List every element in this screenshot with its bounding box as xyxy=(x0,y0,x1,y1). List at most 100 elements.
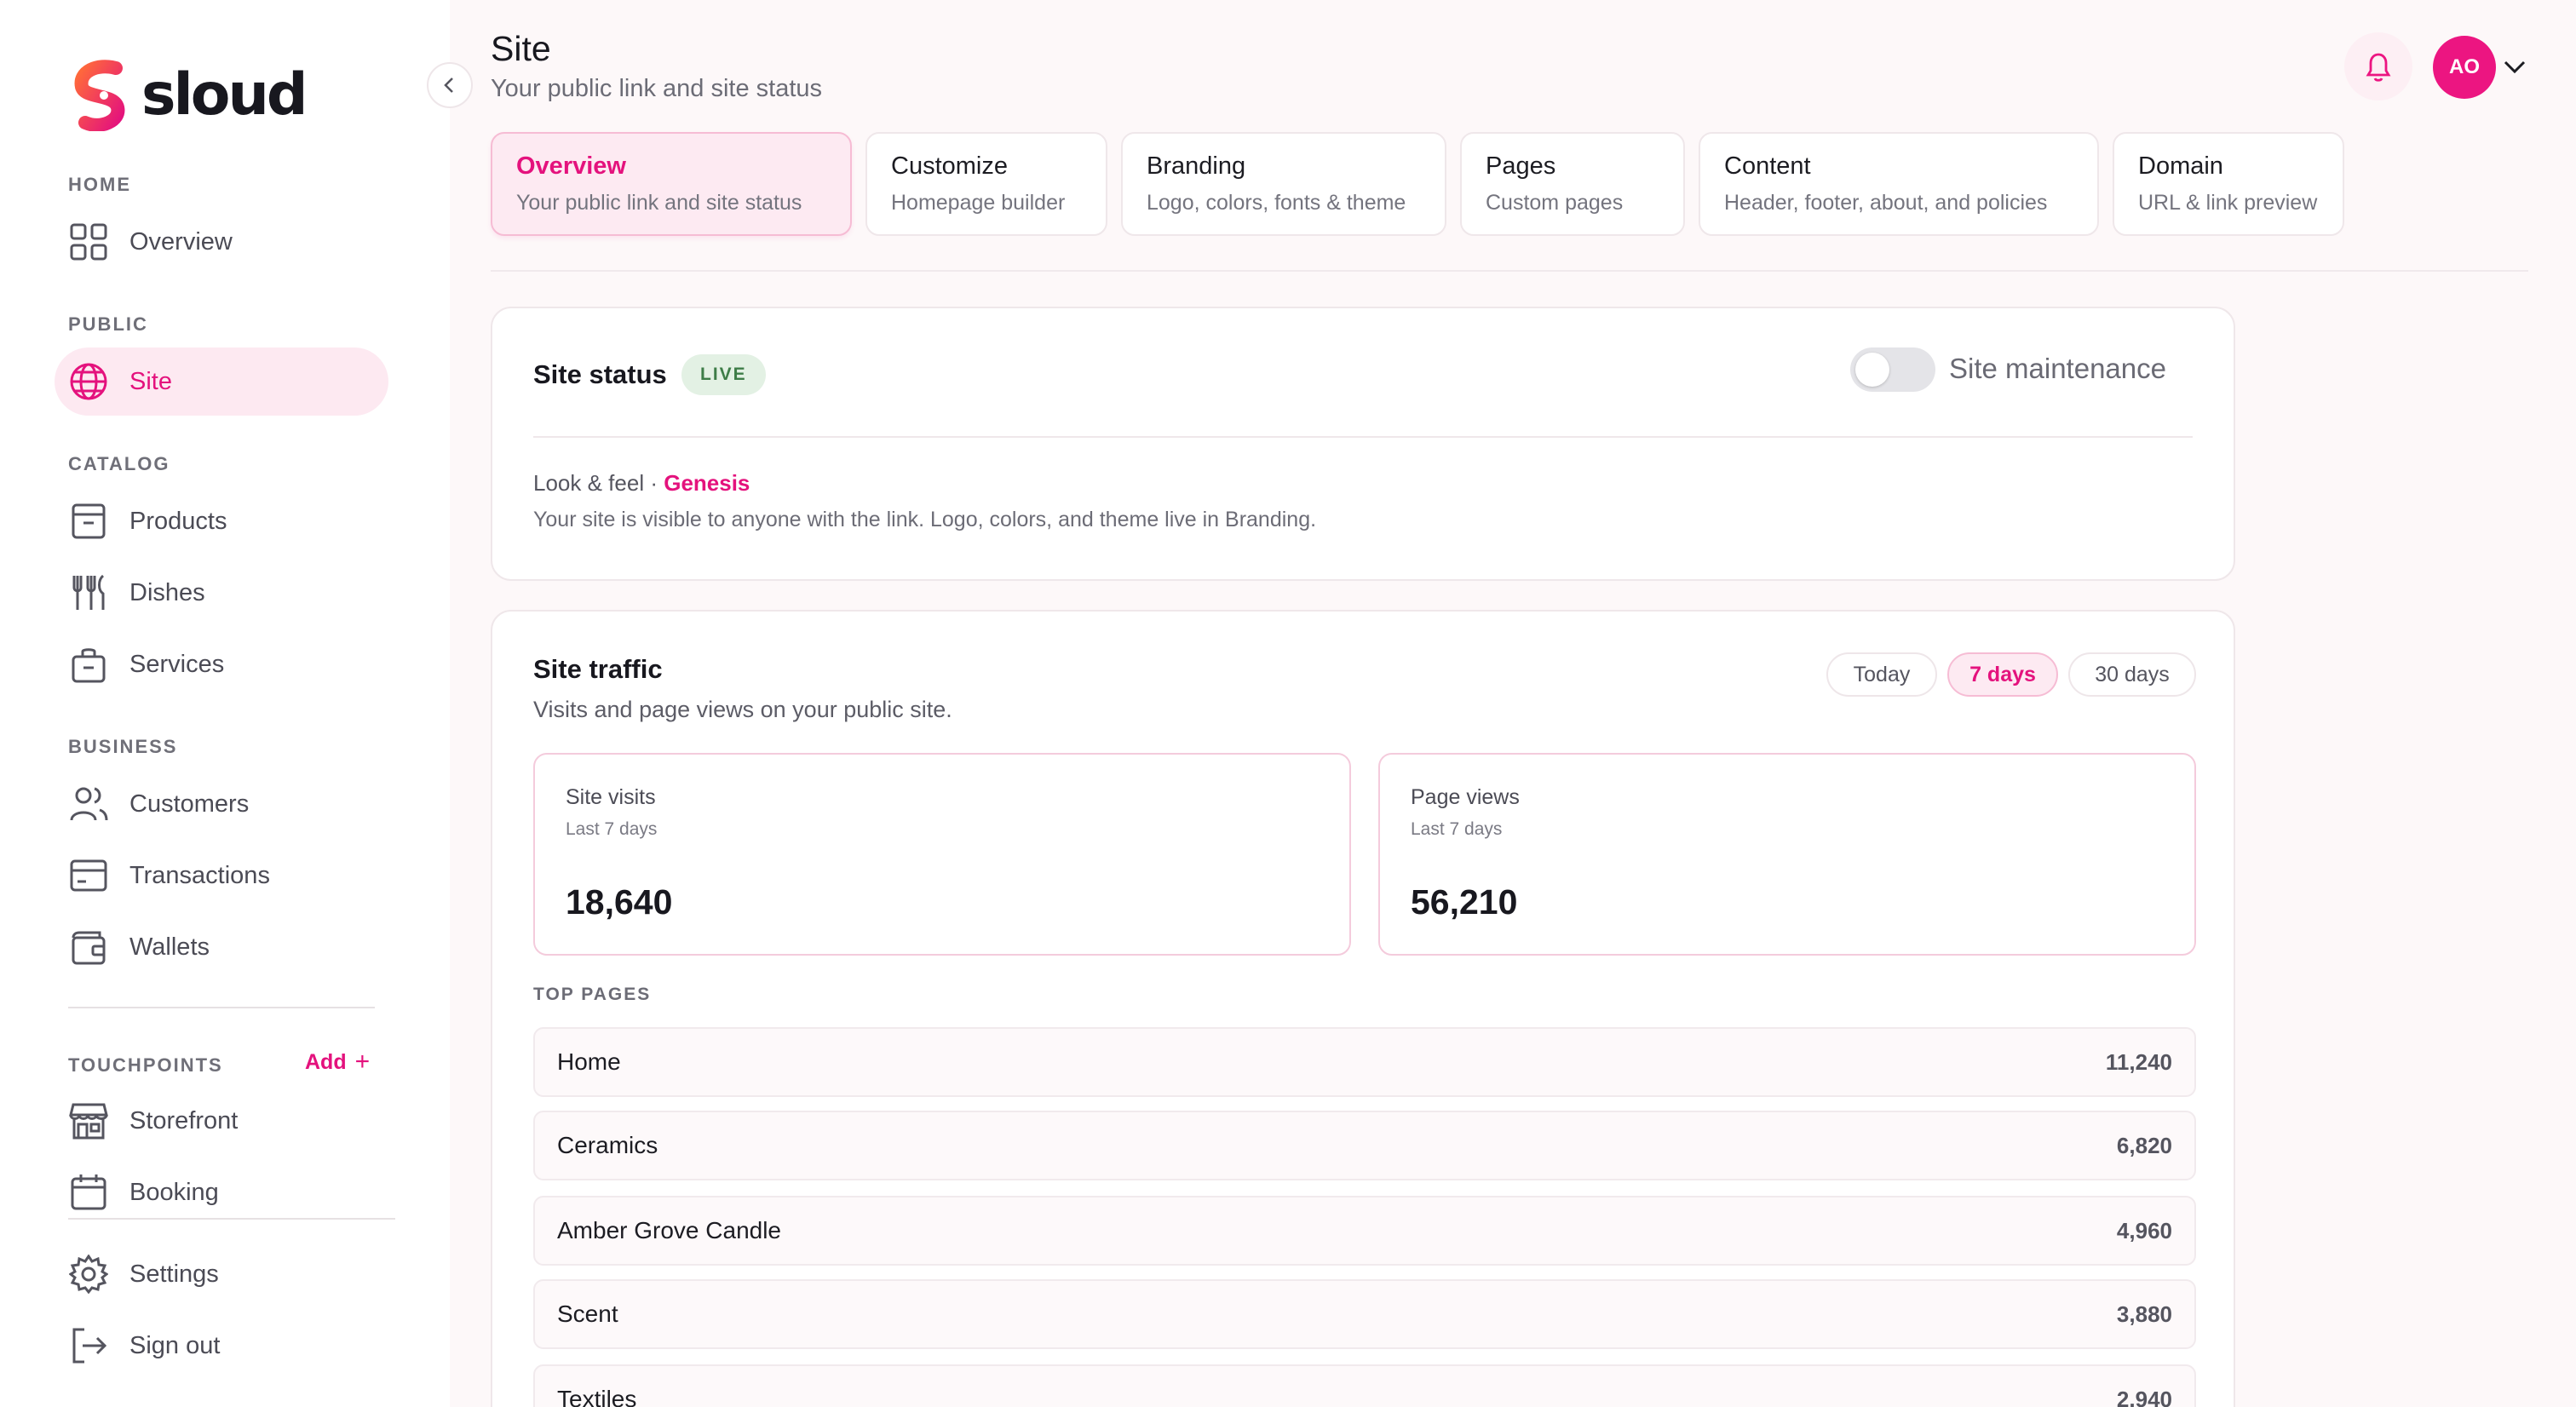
page-count: 2,940 xyxy=(2116,1386,2172,1407)
maintenance-toggle[interactable] xyxy=(1850,347,1935,392)
tab-branding[interactable]: Branding Logo, colors, fonts & theme xyxy=(1121,132,1446,236)
top-page-row[interactable]: Textiles 2,940 xyxy=(533,1364,2196,1407)
look-prefix: Look & feel · xyxy=(533,470,658,496)
collapse-sidebar-button[interactable] xyxy=(427,62,473,108)
tab-domain[interactable]: Domain URL & link preview xyxy=(2113,132,2344,236)
chevron-left-icon xyxy=(444,78,453,93)
tab-title: Customize xyxy=(891,152,1008,180)
briefcase-icon xyxy=(68,644,109,685)
plus-icon: + xyxy=(354,1048,371,1076)
sidebar-item-label: Dishes xyxy=(129,578,205,606)
page-subtitle: Your public link and site status xyxy=(491,75,823,102)
tab-content[interactable]: Content Header, footer, about, and polic… xyxy=(1699,132,2099,236)
range-30-days-button[interactable]: 30 days xyxy=(2068,652,2196,697)
sidebar-item-transactions[interactable]: Transactions xyxy=(55,841,388,910)
tab-customize[interactable]: Customize Homepage builder xyxy=(865,132,1107,236)
sidebar-item-customers[interactable]: Customers xyxy=(55,770,388,838)
sidebar-item-label: Sign out xyxy=(129,1331,221,1359)
stat-period: Last 7 days xyxy=(1411,819,1503,839)
tab-subtitle: Header, footer, about, and policies xyxy=(1724,191,2048,215)
sidebar-item-overview[interactable]: Overview xyxy=(55,208,388,276)
top-page-row[interactable]: Scent 3,880 xyxy=(533,1279,2196,1349)
maintenance-label: Site maintenance xyxy=(1949,353,2166,384)
top-page-row[interactable]: Home 11,240 xyxy=(533,1027,2196,1097)
fork-knife-icon xyxy=(68,572,109,613)
sidebar-item-label: Site xyxy=(129,367,172,395)
wallet-icon xyxy=(68,927,109,968)
page-count: 3,880 xyxy=(2116,1301,2172,1327)
archive-box-icon xyxy=(68,501,109,542)
tab-pages[interactable]: Pages Custom pages xyxy=(1460,132,1685,236)
card-icon xyxy=(68,855,109,896)
sidebar-item-wallets[interactable]: Wallets xyxy=(55,913,388,981)
stat-label: Site visits xyxy=(566,785,656,809)
sidebar-item-settings[interactable]: Settings xyxy=(55,1240,388,1308)
brand-mark-icon xyxy=(74,60,125,131)
section-public: PUBLIC xyxy=(68,313,148,335)
stat-period: Last 7 days xyxy=(566,819,658,839)
sidebar-item-booking[interactable]: Booking xyxy=(55,1158,388,1226)
card-divider xyxy=(533,436,2193,438)
sidebar-item-label: Settings xyxy=(129,1260,219,1288)
brand-logo[interactable]: sloud xyxy=(66,60,308,131)
stat-value: 18,640 xyxy=(566,882,673,922)
sidebar-item-signout[interactable]: Sign out xyxy=(55,1312,388,1380)
tab-title: Branding xyxy=(1147,152,1246,180)
page-name: Home xyxy=(557,1048,621,1075)
page-title: Site xyxy=(491,29,551,68)
brand-name: sloud xyxy=(141,61,308,129)
page-count: 4,960 xyxy=(2116,1217,2172,1243)
tab-title: Pages xyxy=(1486,152,1556,180)
look-and-feel: Look & feel · Genesis xyxy=(533,470,750,497)
page-count: 6,820 xyxy=(2116,1132,2172,1158)
tab-subtitle: Homepage builder xyxy=(891,191,1066,215)
page-name: Textiles xyxy=(557,1386,637,1407)
avatar[interactable]: AO xyxy=(2433,36,2496,99)
top-page-row[interactable]: Ceramics 6,820 xyxy=(533,1111,2196,1180)
sidebar-item-site[interactable]: Site xyxy=(55,347,388,416)
tabs-divider xyxy=(491,270,2528,272)
tab-title: Domain xyxy=(2138,152,2223,180)
tab-title: Content xyxy=(1724,152,1811,180)
sign-out-icon xyxy=(68,1325,109,1366)
sidebar-item-label: Customers xyxy=(129,790,250,818)
tab-subtitle: Logo, colors, fonts & theme xyxy=(1147,191,1406,215)
site-traffic-card: Site traffic Visits and page views on yo… xyxy=(491,610,2235,1407)
range-7-days-button[interactable]: 7 days xyxy=(1947,652,2058,697)
site-traffic-title: Site traffic xyxy=(533,654,663,684)
site-traffic-subtitle: Visits and page views on your public sit… xyxy=(533,697,952,722)
sidebar-item-label: Overview xyxy=(129,227,233,256)
sidebar-item-label: Storefront xyxy=(129,1106,239,1134)
sidebar-item-services[interactable]: Services xyxy=(55,630,388,698)
sidebar-item-storefront[interactable]: Storefront xyxy=(55,1087,388,1155)
site-visibility-description: Your site is visible to anyone with the … xyxy=(533,508,1317,531)
sidebar-item-dishes[interactable]: Dishes xyxy=(55,559,388,627)
sidebar-item-label: Services xyxy=(129,650,225,678)
top-page-row[interactable]: Amber Grove Candle 4,960 xyxy=(533,1196,2196,1266)
sidebar-item-label: Booking xyxy=(129,1178,219,1206)
sidebar-divider xyxy=(68,1007,375,1008)
globe-icon xyxy=(68,361,109,402)
page-name: Scent xyxy=(557,1301,618,1327)
tab-overview[interactable]: Overview Your public link and site statu… xyxy=(491,132,852,236)
site-visits-stat: Site visits Last 7 days 18,640 xyxy=(533,753,1351,956)
section-business: BUSINESS xyxy=(68,736,178,757)
tab-title: Overview xyxy=(516,152,626,180)
bell-icon xyxy=(2366,53,2391,82)
page-name: Amber Grove Candle xyxy=(557,1217,782,1243)
top-pages-heading: TOP PAGES xyxy=(533,985,652,1004)
sidebar-item-products[interactable]: Products xyxy=(55,487,388,555)
page-views-stat: Page views Last 7 days 56,210 xyxy=(1378,753,2196,956)
sidebar-divider xyxy=(68,1218,395,1220)
chevron-down-icon[interactable] xyxy=(2499,51,2530,82)
users-icon xyxy=(68,784,109,824)
notifications-button[interactable] xyxy=(2344,32,2412,100)
range-today-button[interactable]: Today xyxy=(1826,652,1937,697)
page-count: 11,240 xyxy=(2105,1048,2172,1075)
add-touchpoint-button[interactable]: Add + xyxy=(305,1049,370,1075)
sidebar: sloud HOME Overview PUBLIC Site CATALOG … xyxy=(0,0,450,1407)
grid-icon xyxy=(68,221,109,262)
theme-name[interactable]: Genesis xyxy=(664,470,750,496)
tab-subtitle: URL & link preview xyxy=(2138,191,2318,215)
section-home: HOME xyxy=(68,174,131,195)
